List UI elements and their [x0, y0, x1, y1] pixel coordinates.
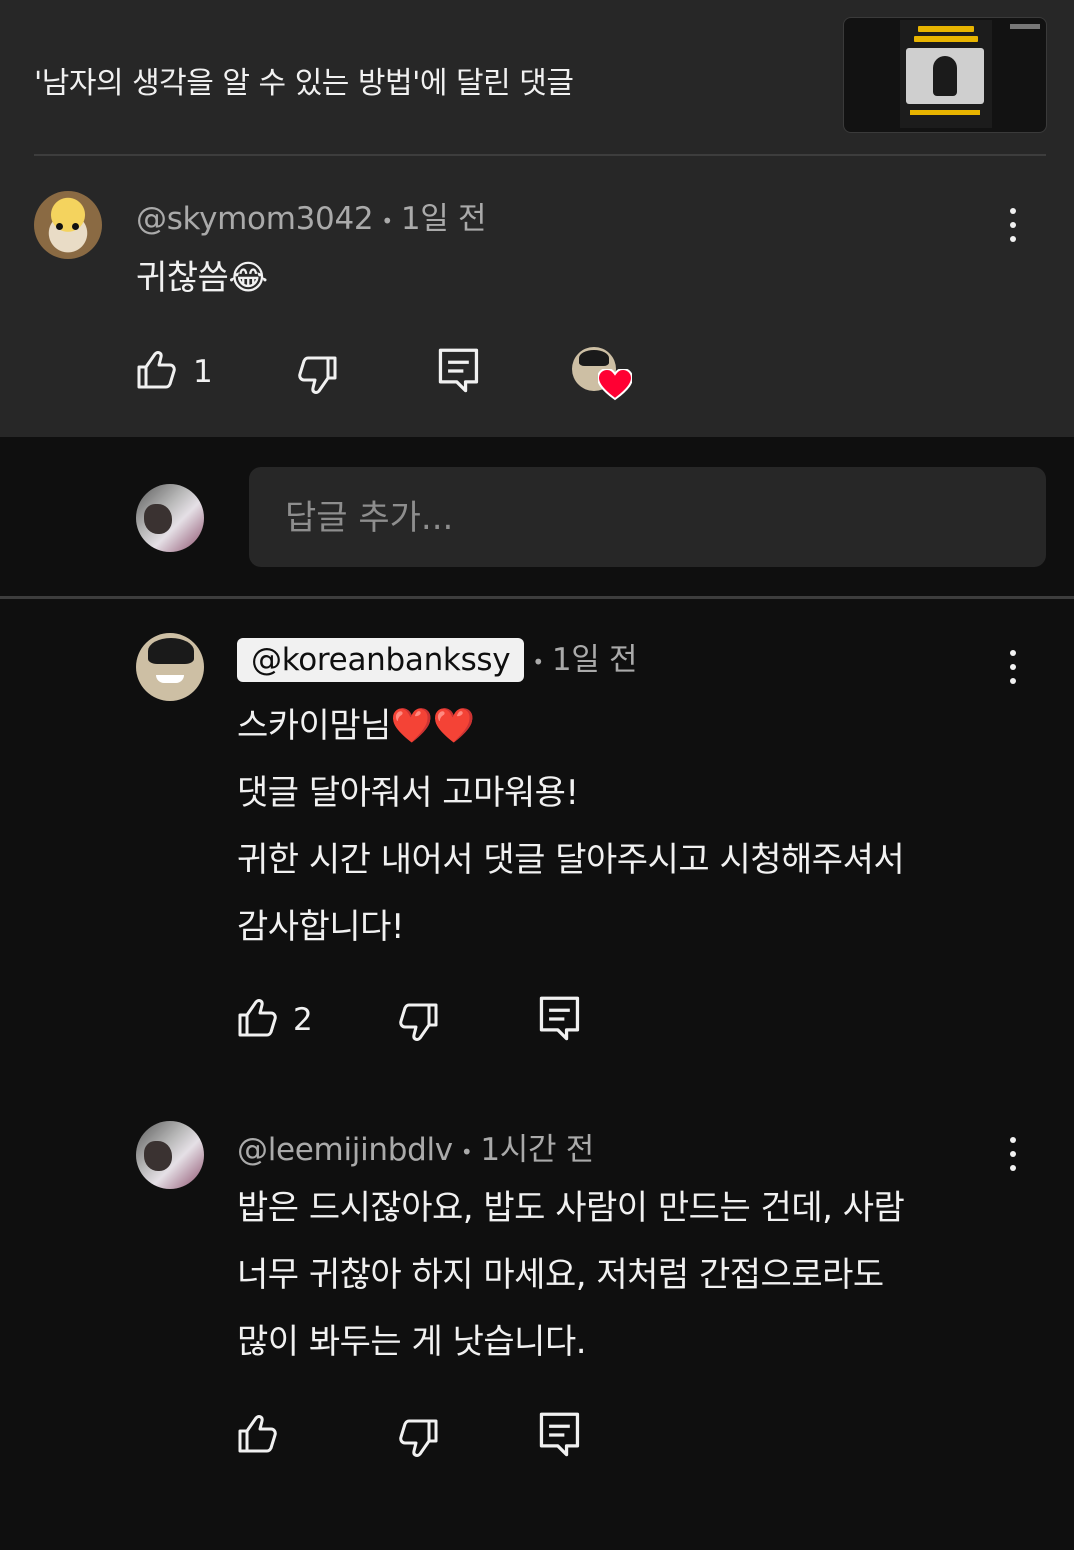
reply-text-line: 감사합니다! [237, 907, 405, 947]
more-vert-icon[interactable] [1010, 650, 1016, 684]
reply-input-container[interactable] [249, 467, 1046, 569]
comment-time: 1일 전 [400, 201, 487, 237]
creator-heart [572, 347, 632, 401]
reply-input[interactable] [283, 467, 1027, 569]
divider [0, 596, 1074, 599]
reply-text-line: 귀한 시간 내어서 댓글 달아주시고 시청해주셔서 [237, 840, 905, 880]
reply-time: 1시간 전 [480, 1132, 594, 1168]
thumbs-up-icon[interactable] [136, 350, 180, 394]
more-vert-icon[interactable] [1010, 1137, 1016, 1171]
reply-text-line: 많이 봐두는 게 낫습니다. [237, 1322, 587, 1362]
avatar[interactable] [136, 633, 204, 701]
thumbs-up-icon[interactable] [237, 998, 281, 1042]
video-thumbnail[interactable] [843, 17, 1047, 133]
avatar[interactable] [34, 191, 102, 259]
reply-icon[interactable] [538, 995, 582, 1043]
comment-handle[interactable]: @skymom3042 [136, 201, 374, 237]
divider [34, 154, 1046, 156]
comment-text: 귀찮씀😂 [136, 258, 268, 298]
user-avatar [136, 484, 204, 552]
like-count: 2 [293, 1002, 313, 1038]
reply-text-line: 너무 귀찮아 하지 마세요, 저처럼 간접으로라도 [237, 1255, 884, 1295]
thumbs-down-icon[interactable] [395, 998, 439, 1042]
like-count: 1 [193, 354, 213, 390]
reply-text-line: 댓글 달아줘서 고마워용! [237, 773, 579, 813]
more-vert-icon[interactable] [1010, 208, 1016, 242]
reply-handle[interactable]: @leemijinbdlv [237, 1132, 453, 1168]
video-title[interactable]: '남자의 생각을 알 수 있는 방법'에 달린 댓글 [34, 58, 574, 102]
comment-author[interactable]: @skymom3042 • 1일 전 [136, 193, 487, 238]
reply-icon[interactable] [538, 1411, 582, 1459]
creator-heart-icon [598, 369, 632, 401]
avatar[interactable] [136, 1121, 204, 1189]
thumbs-up-icon[interactable] [237, 1414, 281, 1458]
creator-handle-badge[interactable]: @koreanbankssy [237, 638, 525, 682]
reply-time: 1일 전 [551, 642, 638, 678]
thumbs-down-icon[interactable] [294, 351, 338, 395]
reply-author[interactable]: @koreanbankssy • 1일 전 [237, 634, 638, 682]
reply-icon[interactable] [437, 347, 481, 395]
reply-author[interactable]: @leemijinbdlv • 1시간 전 [237, 1124, 594, 1169]
reply-text-line: 밥은 드시잖아요, 밥도 사람이 만드는 건데, 사람 [237, 1188, 905, 1228]
thumbs-down-icon[interactable] [395, 1414, 439, 1458]
reply-text-line: 스카이맘님❤️❤️ [237, 706, 475, 746]
